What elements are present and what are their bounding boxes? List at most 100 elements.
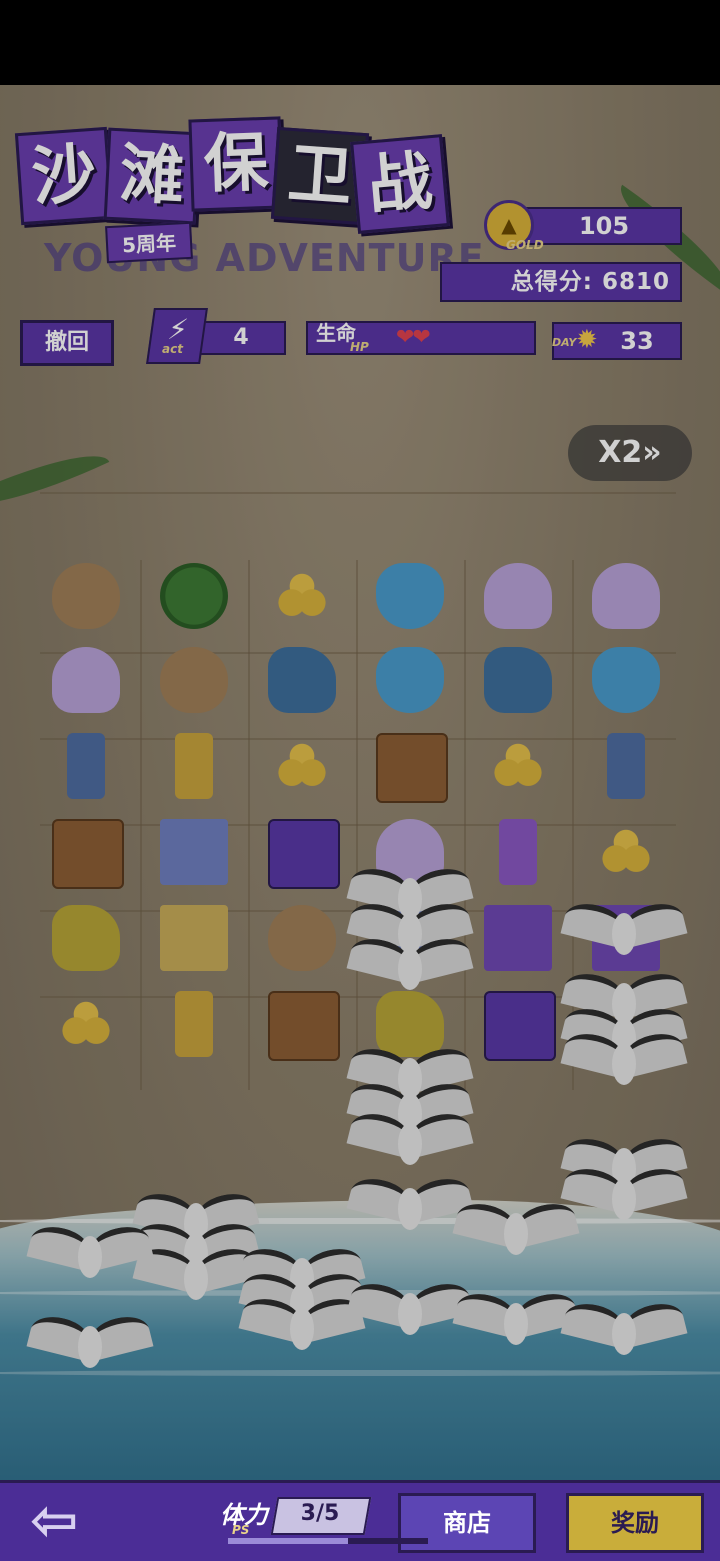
blue-cannon-icon xyxy=(268,647,336,713)
gold-tower-icon xyxy=(175,733,213,799)
purple-tower-icon xyxy=(499,819,537,885)
gold-wall-icon xyxy=(160,905,228,971)
arrow-left-icon[interactable]: ⇦ xyxy=(4,1491,104,1551)
board-cell[interactable] xyxy=(252,811,352,895)
board-cell[interactable] xyxy=(252,639,352,723)
board-cell[interactable] xyxy=(360,639,460,723)
stamina-indicator: 3/5 体力 PS xyxy=(220,1493,372,1541)
status-bar xyxy=(0,0,720,85)
board-cell[interactable] xyxy=(36,983,136,1067)
board-cell[interactable] xyxy=(576,639,676,723)
gold-cannon-icon xyxy=(376,991,444,1057)
total-score: 总得分: 6810 xyxy=(440,262,682,302)
board-cell[interactable] xyxy=(144,897,244,981)
board-cell[interactable] xyxy=(468,811,568,895)
stamina-value: 3/5 xyxy=(300,1501,340,1526)
shell-icon xyxy=(52,647,120,713)
bottom-bar: ⇦ 3/5 体力 PS 商店 奖励 xyxy=(0,1480,720,1561)
hp-counter: 生命 ❤❤ xyxy=(306,321,536,355)
shop-button[interactable]: 商店 xyxy=(398,1493,536,1553)
coins-icon xyxy=(592,819,660,885)
purple-card-icon xyxy=(484,991,556,1061)
brown-card-icon xyxy=(268,991,340,1061)
stamina-tag: PS xyxy=(232,1523,250,1537)
sand-shovel-icon xyxy=(268,905,336,971)
gold-tower-icon xyxy=(175,991,213,1057)
blue-wall-icon xyxy=(160,819,228,885)
coins-icon xyxy=(268,563,336,629)
gold-value: 105 xyxy=(578,212,630,240)
sand-shovel-icon xyxy=(160,647,228,713)
coins-icon xyxy=(484,733,552,799)
board-cell[interactable] xyxy=(360,725,460,809)
title-char-1: 沙 xyxy=(14,126,114,226)
board-cell[interactable] xyxy=(468,725,568,809)
board-cell[interactable] xyxy=(144,725,244,809)
board-cell[interactable] xyxy=(468,983,568,1067)
board-cell[interactable] xyxy=(576,555,676,639)
seagull-icon xyxy=(346,1278,474,1345)
board-cell[interactable] xyxy=(252,725,352,809)
purple-card-icon xyxy=(268,819,340,889)
board-cell[interactable] xyxy=(468,639,568,723)
act-tag: act xyxy=(162,342,183,356)
board-cell[interactable] xyxy=(576,811,676,895)
board-cell[interactable] xyxy=(468,555,568,639)
shell-icon xyxy=(592,563,660,629)
title-char-2: 滩 xyxy=(103,127,201,225)
blue-tower-icon xyxy=(607,733,645,799)
board-cell[interactable] xyxy=(144,811,244,895)
brown-card-icon xyxy=(376,733,448,803)
board-cell[interactable] xyxy=(36,811,136,895)
seagull-icon xyxy=(560,1028,688,1095)
day-value: 33 xyxy=(620,327,654,355)
gold-tag: GOLD xyxy=(506,238,544,252)
purple-wall-icon xyxy=(484,905,552,971)
seagull-icon xyxy=(346,1108,474,1175)
seagull-icon xyxy=(560,1163,688,1230)
day-tag: DAY xyxy=(552,336,577,349)
board-cell[interactable] xyxy=(36,725,136,809)
coins-icon xyxy=(268,733,336,799)
board-cell[interactable] xyxy=(144,555,244,639)
game-title: 沙 滩 保 卫 战 YOUNG ADVENTURE 5周年 xyxy=(14,116,484,280)
sun-icon: ✹ xyxy=(576,325,598,355)
board-cell[interactable] xyxy=(360,555,460,639)
board-cell[interactable] xyxy=(252,555,352,639)
speed-toggle-button[interactable]: X2» xyxy=(568,425,692,481)
reward-button[interactable]: 奖励 xyxy=(566,1493,704,1553)
board-cell[interactable] xyxy=(576,725,676,809)
watermelon-icon xyxy=(160,563,228,629)
board-cell[interactable] xyxy=(36,897,136,981)
blue-tower-icon xyxy=(67,733,105,799)
blue-cannon-icon xyxy=(484,647,552,713)
flip-flops-icon xyxy=(592,647,660,713)
anniversary-badge: 5周年 xyxy=(105,221,193,264)
palm-leaf-left xyxy=(0,434,110,526)
sand-shovel-icon xyxy=(52,563,120,629)
score-text: 总得分: 6810 xyxy=(510,269,670,295)
seagull-icon xyxy=(26,1311,154,1378)
coins-icon xyxy=(52,991,120,1057)
hp-tag: HP xyxy=(350,340,369,354)
gold-cannon-icon xyxy=(52,905,120,971)
seagull-icon xyxy=(560,898,688,965)
seagull-icon xyxy=(346,933,474,1000)
undo-button[interactable]: 撤回 xyxy=(20,320,114,366)
board-cell[interactable] xyxy=(36,555,136,639)
board-top-line xyxy=(40,492,676,494)
act-value: 4 xyxy=(233,325,249,350)
flip-flops-icon xyxy=(376,563,444,629)
flip-flops-icon xyxy=(376,647,444,713)
board-cell[interactable] xyxy=(468,897,568,981)
title-char-5: 战 xyxy=(350,134,450,234)
board-cell[interactable] xyxy=(144,639,244,723)
board-cell[interactable] xyxy=(144,983,244,1067)
board-cell[interactable] xyxy=(252,897,352,981)
stamina-bar xyxy=(228,1538,428,1544)
board-cell[interactable] xyxy=(36,639,136,723)
shell-icon xyxy=(484,563,552,629)
board-cell[interactable] xyxy=(252,983,352,1067)
seagull-icon xyxy=(452,1288,580,1355)
brown-card-icon xyxy=(52,819,124,889)
